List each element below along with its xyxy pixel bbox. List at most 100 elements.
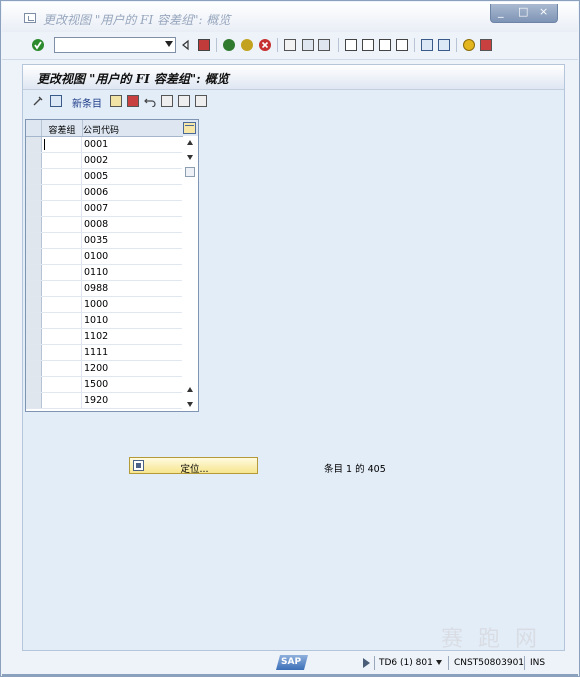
table-row[interactable]: 1010 xyxy=(26,313,182,329)
entries-info: 条目 1 的 405 xyxy=(324,464,386,475)
table-row[interactable]: 1000 xyxy=(26,297,182,313)
tolerance-group-cell[interactable] xyxy=(43,313,82,328)
row-selector[interactable] xyxy=(26,329,42,344)
row-selector[interactable] xyxy=(26,393,42,408)
row-selector[interactable] xyxy=(26,361,42,376)
table-row[interactable]: 1500 xyxy=(26,377,182,393)
tolerance-group-cell[interactable] xyxy=(43,297,82,312)
tolerance-group-cell[interactable] xyxy=(43,345,82,360)
row-selector[interactable] xyxy=(26,169,42,184)
table-row[interactable]: 0001 xyxy=(26,137,182,153)
watermark: 赛 跑 网 xyxy=(441,627,541,652)
table-row[interactable]: 0110 xyxy=(26,265,182,281)
back-icon[interactable] xyxy=(180,39,192,51)
vertical-scrollbar[interactable] xyxy=(183,136,198,411)
table-row[interactable]: 0002 xyxy=(26,153,182,169)
row-selector[interactable] xyxy=(26,313,42,328)
tolerance-group-cell[interactable] xyxy=(43,281,82,296)
command-field[interactable] xyxy=(54,37,176,53)
table-row[interactable]: 0008 xyxy=(26,217,182,233)
system-toolbar xyxy=(2,33,578,60)
select-block-icon[interactable] xyxy=(178,95,190,107)
scroll-down-icon[interactable] xyxy=(187,155,193,160)
undo-icon[interactable] xyxy=(144,95,156,108)
row-selector[interactable] xyxy=(26,265,42,280)
maximize-button[interactable]: □ xyxy=(518,6,528,18)
table-row[interactable]: 0006 xyxy=(26,185,182,201)
scroll-thumb[interactable] xyxy=(185,167,195,177)
help-icon[interactable] xyxy=(463,39,475,51)
tolerance-group-cell[interactable] xyxy=(43,185,82,200)
column-header-tolerance-group[interactable]: 容差组 xyxy=(43,123,81,136)
table-row[interactable]: 0035 xyxy=(26,233,182,249)
delete-icon[interactable] xyxy=(127,95,139,107)
table-row[interactable]: 0100 xyxy=(26,249,182,265)
tolerance-group-cell[interactable] xyxy=(43,361,82,376)
table-settings-icon[interactable] xyxy=(183,122,196,134)
enter-icon[interactable] xyxy=(32,39,44,51)
display-icon[interactable] xyxy=(50,95,62,107)
table-row[interactable]: 0007 xyxy=(26,201,182,217)
tolerance-group-cell[interactable] xyxy=(43,249,82,264)
display-change-icon[interactable] xyxy=(32,95,44,107)
row-selector[interactable] xyxy=(26,201,42,216)
find-icon[interactable] xyxy=(302,39,314,51)
chevron-down-icon[interactable] xyxy=(165,41,173,47)
copy-icon[interactable] xyxy=(110,95,122,107)
page-down-icon[interactable] xyxy=(187,402,193,407)
back-nav-icon[interactable] xyxy=(223,39,235,51)
deselect-all-icon[interactable] xyxy=(195,95,207,107)
row-selector[interactable] xyxy=(26,217,42,232)
page-up-icon[interactable] xyxy=(187,387,193,392)
save-icon[interactable] xyxy=(198,39,210,51)
close-button[interactable]: × xyxy=(539,6,548,18)
chevron-down-icon[interactable] xyxy=(436,660,442,665)
row-selector[interactable] xyxy=(26,345,42,360)
table-row[interactable]: 1200 xyxy=(26,361,182,377)
row-selector[interactable] xyxy=(26,153,42,168)
cancel-icon[interactable] xyxy=(259,39,271,51)
tolerance-group-cell[interactable] xyxy=(43,137,82,152)
new-entries-button[interactable]: 新条目 xyxy=(72,95,102,110)
tolerance-group-cell[interactable] xyxy=(43,265,82,280)
column-header-company-code[interactable]: 公司代码 xyxy=(83,123,119,136)
position-button[interactable]: 定位... xyxy=(129,457,258,475)
row-selector[interactable] xyxy=(26,185,42,200)
table-row[interactable]: 1102 xyxy=(26,329,182,345)
tolerance-group-cell[interactable] xyxy=(43,377,82,392)
first-page-icon[interactable] xyxy=(345,39,357,51)
tolerance-group-cell[interactable] xyxy=(43,201,82,216)
tolerance-group-cell[interactable] xyxy=(43,233,82,248)
table-row[interactable]: 0988 xyxy=(26,281,182,297)
prev-page-icon[interactable] xyxy=(362,39,374,51)
minimize-button[interactable]: _ xyxy=(498,6,504,18)
row-selector[interactable] xyxy=(26,281,42,296)
layout-icon[interactable] xyxy=(480,39,492,51)
last-page-icon[interactable] xyxy=(396,39,408,51)
print-icon[interactable] xyxy=(284,39,296,51)
tolerance-group-cell[interactable] xyxy=(43,153,82,168)
exit-icon[interactable] xyxy=(241,39,253,51)
find-next-icon[interactable] xyxy=(318,39,330,51)
new-session-icon[interactable] xyxy=(421,39,433,51)
scroll-up-icon[interactable] xyxy=(187,140,193,145)
tolerance-group-cell[interactable] xyxy=(43,169,82,184)
row-selector[interactable] xyxy=(26,249,42,264)
status-expand-icon[interactable] xyxy=(363,658,370,668)
row-selector[interactable] xyxy=(26,377,42,392)
table-row[interactable]: 0005 xyxy=(26,169,182,185)
tolerance-group-cell[interactable] xyxy=(43,217,82,232)
system-info[interactable]: TD6 (1) 801 xyxy=(379,658,433,668)
select-all-rows-button[interactable] xyxy=(26,120,42,136)
tolerance-group-cell[interactable] xyxy=(43,393,82,408)
shortcut-icon[interactable] xyxy=(438,39,450,51)
row-selector[interactable] xyxy=(26,233,42,248)
table-row[interactable]: 1920 xyxy=(26,393,182,409)
table-row[interactable]: 1111 xyxy=(26,345,182,361)
select-all-icon[interactable] xyxy=(161,95,173,107)
row-selector[interactable] xyxy=(26,137,42,152)
next-page-icon[interactable] xyxy=(379,39,391,51)
window-menu-icon[interactable] xyxy=(24,13,36,23)
row-selector[interactable] xyxy=(26,297,42,312)
tolerance-group-cell[interactable] xyxy=(43,329,82,344)
